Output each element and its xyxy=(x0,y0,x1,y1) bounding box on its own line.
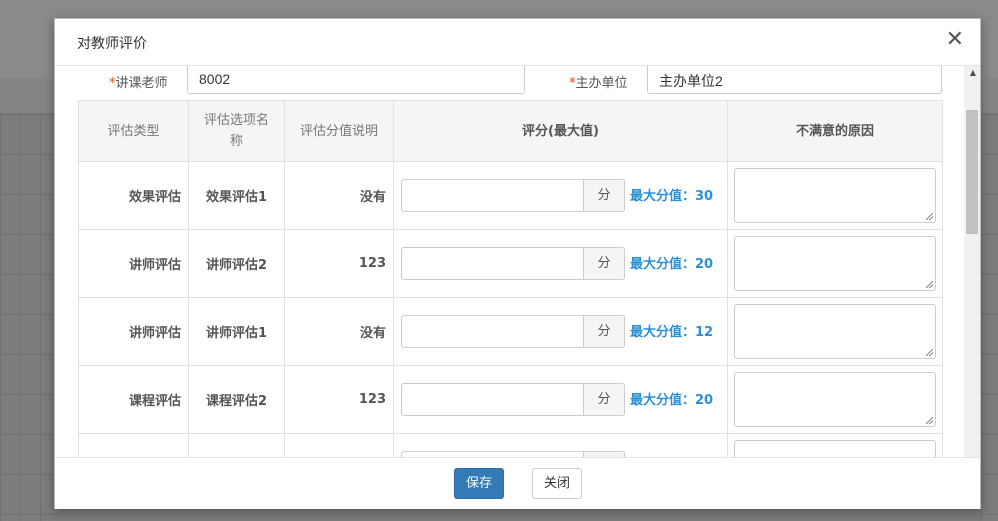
max-score-text: 最大分值：12 xyxy=(630,325,714,340)
reason-textarea[interactable] xyxy=(734,168,936,223)
vertical-scrollbar[interactable]: ▲ xyxy=(964,66,980,457)
organizer-input[interactable]: 主办单位2 xyxy=(647,66,942,94)
organizer-label: *主办单位 xyxy=(569,72,628,91)
organizer-label-text: 主办单位 xyxy=(575,76,628,91)
score-input[interactable]: 分 xyxy=(401,179,625,212)
option-name-cell: 讲师评估2 xyxy=(188,229,285,298)
reason-cell xyxy=(727,297,943,366)
background-grid-left xyxy=(0,114,60,521)
max-score-text: 最大分值：20 xyxy=(630,257,714,272)
score-input[interactable]: 分 xyxy=(401,315,625,348)
evaluation-table: 评估类型 评估选项名称 评估分值说明 评分(最大值) 不满意的原因 效果评估 效… xyxy=(78,100,943,457)
resize-grip-icon[interactable] xyxy=(926,349,933,356)
reason-cell xyxy=(727,229,943,298)
eval-type-cell xyxy=(78,433,189,457)
evaluate-teacher-dialog: 对教师评价 ✕ *讲课老师 8002 *主办单位 主办单位2 评估类型 评估选项… xyxy=(54,18,981,509)
table-row: 课程评估 课程评估2 123 分 最大分值：20 xyxy=(78,365,943,434)
teacher-label: *讲课老师 xyxy=(109,72,168,91)
scrollbar-thumb[interactable] xyxy=(966,110,978,234)
score-unit: 分 xyxy=(583,384,624,415)
score-desc-cell: 123 xyxy=(284,365,394,434)
teacher-input[interactable]: 8002 xyxy=(187,66,525,94)
max-score-text: 最大分值：30 xyxy=(630,189,714,204)
score-desc-cell: 123 xyxy=(284,229,394,298)
header-option-name: 评估选项名称 xyxy=(188,100,285,162)
score-desc-cell: 没有 xyxy=(284,297,394,366)
dialog-header: 对教师评价 ✕ xyxy=(55,19,980,66)
score-cell: 分 最大分值：20 xyxy=(393,365,728,434)
score-cell: 分 最大分值：30 xyxy=(393,161,728,230)
eval-type-cell: 效果评估 xyxy=(78,161,189,230)
score-unit: 分 xyxy=(583,248,624,279)
max-score-text: 最大分值：20 xyxy=(630,393,714,408)
teacher-label-text: 讲课老师 xyxy=(115,76,168,91)
background-grid-right xyxy=(980,114,998,521)
reason-textarea[interactable] xyxy=(734,236,936,291)
score-desc-cell: 没有 xyxy=(284,161,394,230)
resize-grip-icon[interactable] xyxy=(926,417,933,424)
reason-cell xyxy=(727,433,943,457)
dialog-body[interactable]: *讲课老师 8002 *主办单位 主办单位2 评估类型 评估选项名称 评估分值说… xyxy=(55,66,980,457)
table-row: 讲师评估 讲师评估2 123 分 最大分值：20 xyxy=(78,229,943,298)
table-header-row: 评估类型 评估选项名称 评估分值说明 评分(最大值) 不满意的原因 xyxy=(78,100,943,162)
dialog-title: 对教师评价 xyxy=(77,36,147,52)
reason-textarea[interactable] xyxy=(734,372,936,427)
score-cell: 分 最大分值：12 xyxy=(393,297,728,366)
reason-textarea[interactable] xyxy=(734,304,936,359)
save-button[interactable]: 保存 xyxy=(454,468,504,499)
eval-type-cell: 课程评估 xyxy=(78,365,189,434)
score-unit: 分 xyxy=(583,316,624,347)
header-reason: 不满意的原因 xyxy=(727,100,943,162)
score-cell: 分 最大分值：20 xyxy=(393,229,728,298)
option-name-cell xyxy=(188,433,285,457)
score-input[interactable]: 分 xyxy=(401,247,625,280)
header-eval-type: 评估类型 xyxy=(78,100,189,162)
reason-cell xyxy=(727,161,943,230)
option-name-cell: 效果评估1 xyxy=(188,161,285,230)
table-row: 讲师评估 讲师评估1 没有 分 最大分值：12 xyxy=(78,297,943,366)
header-score-max: 评分(最大值) xyxy=(393,100,728,162)
eval-type-cell: 讲师评估 xyxy=(78,297,189,366)
option-name-cell: 讲师评估1 xyxy=(188,297,285,366)
dialog-footer: 保存 关闭 xyxy=(55,457,980,509)
resize-grip-icon[interactable] xyxy=(926,213,933,220)
eval-type-cell: 讲师评估 xyxy=(78,229,189,298)
score-desc-cell xyxy=(284,433,394,457)
scroll-up-arrow-icon[interactable]: ▲ xyxy=(970,68,976,77)
table-row: 效果评估 效果评估1 没有 分 最大分值：30 xyxy=(78,161,943,230)
close-icon[interactable]: ✕ xyxy=(946,29,964,51)
option-name-cell: 课程评估2 xyxy=(188,365,285,434)
close-button[interactable]: 关闭 xyxy=(532,468,582,499)
score-unit: 分 xyxy=(583,180,624,211)
header-score-desc: 评估分值说明 xyxy=(284,100,394,162)
score-input[interactable]: 分 xyxy=(401,383,625,416)
resize-grip-icon[interactable] xyxy=(926,281,933,288)
reason-textarea[interactable] xyxy=(734,440,936,457)
score-cell xyxy=(393,433,728,457)
reason-cell xyxy=(727,365,943,434)
table-row xyxy=(78,433,943,457)
